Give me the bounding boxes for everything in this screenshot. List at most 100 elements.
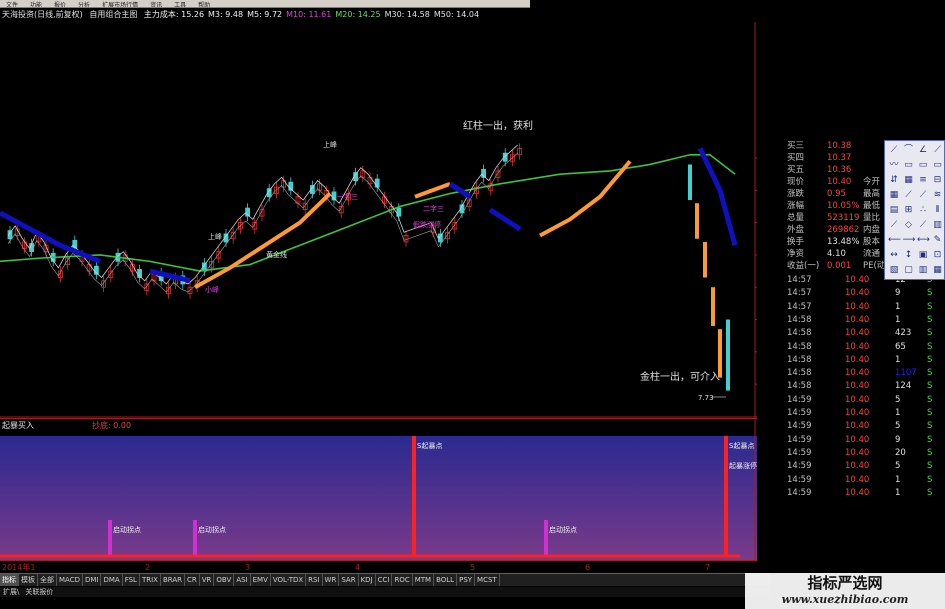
- tab-10[interactable]: VR: [200, 574, 215, 586]
- draw-tool-icon[interactable]: ⟋: [932, 144, 944, 156]
- tick-volume: 5: [895, 421, 901, 432]
- draw-tool-icon[interactable]: ⊟: [932, 174, 944, 186]
- quote-label: 净资: [787, 249, 805, 259]
- indicator-background: [0, 436, 757, 560]
- tab-21[interactable]: MTM: [413, 574, 435, 586]
- main-kline-chart[interactable]: 15.0014.0013.0012.0011.0010.009.008.00 红…: [0, 22, 785, 418]
- draw-tool-icon[interactable]: ⌒: [903, 144, 915, 156]
- tab-2[interactable]: 全部: [38, 574, 57, 586]
- tab-7[interactable]: TRIX: [140, 574, 161, 586]
- draw-tool-icon[interactable]: ▭: [932, 159, 944, 171]
- draw-tool-icon[interactable]: ⟵: [888, 234, 901, 246]
- draw-tool-icon[interactable]: ⊡: [932, 249, 944, 261]
- label-erbeng: 二字三: [423, 204, 444, 213]
- menu-bar[interactable]: 文件 功能 报价 分析 扩展市场行情 资讯 工具 帮助: [0, 0, 530, 8]
- quote-value: 13.48%: [827, 237, 860, 247]
- quote-label-secondary: 流通: [863, 249, 881, 259]
- draw-tool-icon[interactable]: ⟶: [903, 234, 916, 246]
- drawing-toolbox[interactable]: ⟋ ⌒ ∠ ⟋ 〰 ▭ ▭ ▭ ⇵ ▦ ≡ ⊟ ▦ ⟋ ⟋ ≋ ▤ ⊞ ∴ ⫴ ⟋ ◇ ⟋ ▥ ⟵ ⟶ ⟷ ✎ ↔ ↕ ▣ ⊡ ▧ ▢ ▥ ▦: [884, 140, 945, 280]
- draw-tool-icon[interactable]: ⟋: [903, 189, 915, 201]
- draw-tool-icon[interactable]: ▦: [888, 189, 900, 201]
- draw-tool-icon[interactable]: ⟷: [917, 234, 930, 246]
- draw-tool-icon[interactable]: ▣: [917, 249, 929, 261]
- draw-tool-icon[interactable]: ▦: [903, 174, 915, 186]
- signal-bar: [108, 520, 112, 556]
- tab-0[interactable]: 指标: [0, 574, 19, 586]
- tab-9[interactable]: CR: [185, 574, 200, 586]
- ma-value-1: M3: 9.48: [208, 10, 244, 19]
- menu-item-3[interactable]: 分析: [78, 2, 90, 7]
- draw-tool-icon[interactable]: ◇: [903, 219, 915, 231]
- tab-20[interactable]: ROC: [392, 574, 413, 586]
- draw-tool-icon[interactable]: ▥: [932, 219, 944, 231]
- quote-label: 买五: [787, 165, 805, 175]
- tab-3[interactable]: MACD: [57, 574, 83, 586]
- signal-label: S起暴点: [729, 442, 754, 450]
- label-yixiasan: 一字三: [337, 192, 358, 201]
- ma-values: 主力成本: 15.26 M3: 9.48 M5: 9.72 M10: 11.61 M20…: [144, 10, 483, 19]
- menu-item-4[interactable]: 扩展市场行情: [102, 2, 138, 7]
- quote-value: 10.38: [827, 141, 852, 151]
- tick-time: 14:59: [787, 434, 812, 445]
- indicator-chart[interactable]: 起暴买入 抄底: 0.00 150.00125.00100.0075.0050.…: [0, 418, 790, 567]
- tab-23[interactable]: PSY: [457, 574, 476, 586]
- draw-tool-icon[interactable]: ⫴: [932, 204, 944, 216]
- tick-side: S: [927, 354, 933, 365]
- draw-tool-icon[interactable]: ⟋: [917, 189, 929, 201]
- tick-price: 10.40: [845, 301, 870, 312]
- draw-tool-icon[interactable]: ≡: [917, 174, 929, 186]
- tab-6[interactable]: FSL: [123, 574, 140, 586]
- tab-19[interactable]: CCI: [376, 574, 393, 586]
- draw-tool-icon[interactable]: ▭: [903, 159, 915, 171]
- tick-price: 10.40: [845, 461, 870, 472]
- tab-13[interactable]: EMV: [251, 574, 271, 586]
- draw-tool-icon[interactable]: ▢: [903, 264, 915, 276]
- date-label: 6: [585, 563, 590, 572]
- menu-item-2[interactable]: 报价: [54, 2, 66, 7]
- tab-12[interactable]: ASI: [234, 574, 251, 586]
- draw-tool-icon[interactable]: ⇵: [888, 174, 900, 186]
- draw-tool-icon[interactable]: ▥: [917, 264, 929, 276]
- tab-17[interactable]: SAR: [339, 574, 359, 586]
- draw-tool-icon[interactable]: ↕: [903, 249, 915, 261]
- draw-tool-icon[interactable]: ✎: [932, 234, 944, 246]
- tab-16[interactable]: WR: [323, 574, 340, 586]
- tab-22[interactable]: BOLL: [434, 574, 458, 586]
- draw-tool-icon[interactable]: ▭: [917, 159, 929, 171]
- tick-volume: 423: [895, 328, 912, 339]
- tab-24[interactable]: MCST: [475, 574, 500, 586]
- menu-item-7[interactable]: 帮助: [198, 2, 210, 7]
- indicator-tab-bar[interactable]: 指标 模板 全部 MACD DMI DMA FSL TRIX BRAR CR VR OBV ASI EMV…: [0, 573, 770, 586]
- status-item-0[interactable]: 扩展\: [3, 588, 19, 596]
- draw-tool-icon[interactable]: 〰: [888, 159, 900, 171]
- quote-value: 10.40: [827, 177, 852, 187]
- tab-11[interactable]: OBV: [214, 574, 235, 586]
- tab-1[interactable]: 模板: [19, 574, 38, 586]
- tab-5[interactable]: DMA: [101, 574, 123, 586]
- tab-4[interactable]: DMI: [83, 574, 102, 586]
- draw-tool-icon[interactable]: ⟋: [888, 219, 900, 231]
- draw-tool-icon[interactable]: ∴: [917, 204, 929, 216]
- menu-item-0[interactable]: 文件: [6, 2, 18, 7]
- draw-tool-icon[interactable]: ▧: [888, 264, 900, 276]
- menu-item-6[interactable]: 工具: [174, 2, 186, 7]
- signal-bar: [412, 436, 416, 556]
- tick-row: 14:59 10.40 5 S: [785, 394, 945, 407]
- tab-15[interactable]: RSI: [306, 574, 323, 586]
- candle-body: [374, 178, 380, 188]
- draw-tool-icon[interactable]: ▦: [932, 264, 944, 276]
- menu-item-5[interactable]: 资讯: [150, 2, 162, 7]
- tab-18[interactable]: KDJ: [359, 574, 376, 586]
- draw-tool-icon[interactable]: ∠: [917, 144, 929, 156]
- menu-item-1[interactable]: 功能: [30, 2, 42, 7]
- tick-side: S: [927, 421, 933, 432]
- tab-14[interactable]: VOL-TDX: [271, 574, 307, 586]
- status-item-1[interactable]: 关联报价: [25, 588, 53, 596]
- draw-tool-icon[interactable]: ▤: [888, 204, 900, 216]
- draw-tool-icon[interactable]: ⟋: [888, 144, 900, 156]
- draw-tool-icon[interactable]: ⊞: [903, 204, 915, 216]
- draw-tool-icon[interactable]: ⟋: [917, 219, 929, 231]
- tab-8[interactable]: BRAR: [161, 574, 185, 586]
- draw-tool-icon[interactable]: ≋: [932, 189, 944, 201]
- draw-tool-icon[interactable]: ↔: [888, 249, 900, 261]
